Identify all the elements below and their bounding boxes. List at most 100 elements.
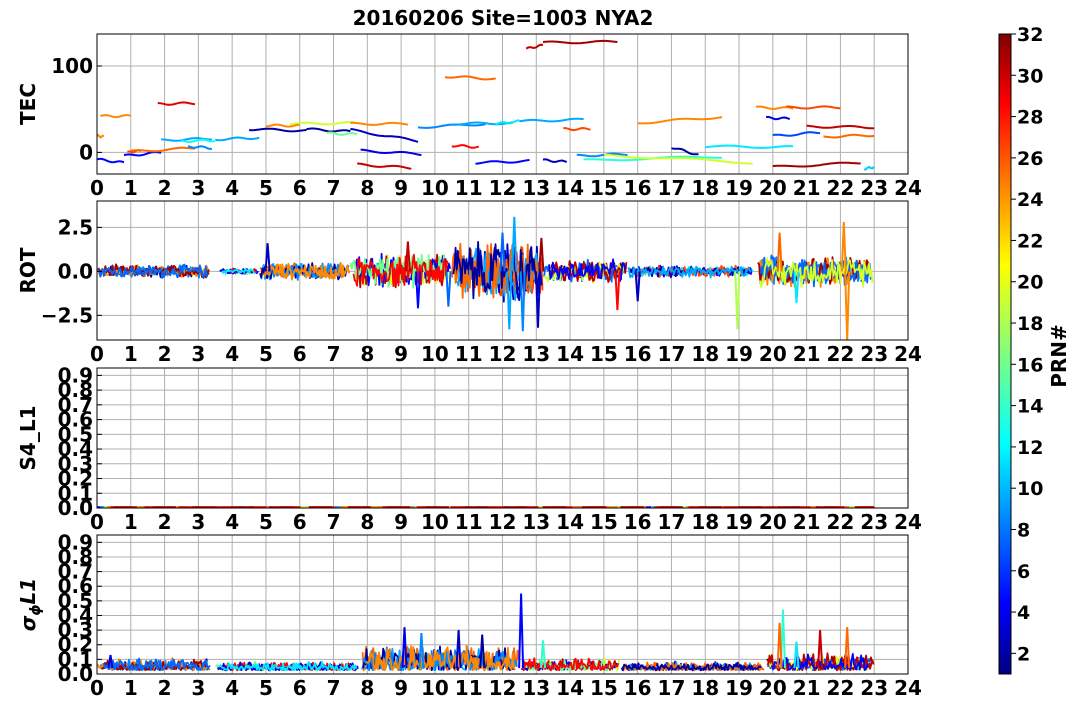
x-tick-label: 12 [489, 176, 517, 200]
tec-series-prn-10 [519, 117, 584, 123]
x-tick-label: 15 [590, 510, 618, 534]
x-tick-label: 17 [658, 176, 686, 200]
tec-series-prn-11 [864, 165, 875, 171]
x-tick-label: 13 [522, 510, 550, 534]
x-tick-label: 11 [455, 342, 483, 366]
x-tick-label: 20 [759, 176, 787, 200]
panel-ROT: 0 1 2 3 4 5 6 7 8 9 10 11 12 13 14 15 16 17 18 19 20 21 22 23 24… [16, 200, 922, 366]
x-tick-label: 1 [124, 342, 138, 366]
x-tick-label: 15 [590, 676, 618, 700]
x-tick-label: 21 [793, 342, 821, 366]
x-tick-label: 13 [522, 676, 550, 700]
colorbar-tick-label: 30 [1017, 65, 1043, 87]
y-axis-label: σϕL1 [16, 578, 44, 631]
x-tick-label: 9 [394, 342, 408, 366]
colorbar-tick-label: 14 [1017, 396, 1043, 418]
x-tick-label: 4 [225, 342, 239, 366]
x-tick-label: 21 [793, 176, 821, 200]
x-tick-label: 11 [455, 510, 483, 534]
tec-series-prn-25 [823, 133, 875, 139]
x-tick-label: 18 [691, 176, 719, 200]
y-tick-label: 0.9 [58, 530, 93, 554]
x-tick-label: 2 [158, 176, 172, 200]
y-tick-labels: 0 100 [51, 54, 102, 164]
x-tick-label: 11 [455, 676, 483, 700]
x-tick-label: 7 [327, 510, 341, 534]
x-tick-label: 6 [293, 676, 307, 700]
x-tick-label: 9 [394, 510, 408, 534]
x-tick-label: 5 [259, 510, 273, 534]
x-tick-label: 6 [293, 342, 307, 366]
y-tick-labels: −2.5 0.0 2.5 [41, 215, 102, 327]
x-tick-label: 22 [826, 342, 854, 366]
x-tick-label: 21 [793, 676, 821, 700]
x-tick-label: 1 [124, 676, 138, 700]
x-tick-label: 19 [725, 342, 753, 366]
panel-S4_L1: 0 1 2 3 4 5 6 7 8 9 10 11 12 13 14 15 16 17 18 19 20 21 22 23 24… [16, 363, 922, 534]
tec-series-prn-29 [157, 101, 196, 106]
x-tick-label: 7 [327, 342, 341, 366]
tec-series-prn-26 [786, 105, 841, 110]
chart-title: 20160206 Site=1003 NYA2 [353, 6, 654, 30]
x-tick-labels: 0 1 2 3 4 5 6 7 8 9 10 11 12 13 14 15 16 17 18 19 20 21 22 23 24 [90, 676, 922, 700]
y-tick-labels: 0.00.10.20.30.40.50.60.70.80.9 [58, 363, 102, 520]
colorbar-tick-label: 28 [1017, 107, 1043, 129]
x-tick-label: 2 [158, 342, 172, 366]
tec-series-prn-25 [130, 146, 196, 153]
tec-series-prn-31 [542, 39, 618, 45]
colorbar-tick-label: 32 [1017, 24, 1043, 46]
x-tick-label: 4 [225, 510, 239, 534]
colorbar-ticks: 2468101214161820222426283032 [1011, 24, 1043, 665]
colorbar-tick-label: 2 [1017, 643, 1030, 665]
y-tick-label: 0 [79, 140, 93, 164]
tec-series-prn-30 [357, 162, 412, 170]
x-tick-labels: 0 1 2 3 4 5 6 7 8 9 10 11 12 13 14 15 16 17 18 19 20 21 22 23 24 [90, 510, 922, 534]
x-tick-label: 4 [225, 676, 239, 700]
x-tick-label: 10 [421, 676, 449, 700]
figure: 20160206 Site=1003 NYA2 0 1 2 3 4 5 6 7 8 9 10 11 12… [16, 6, 1071, 700]
y-tick-label: 0.0 [58, 259, 93, 283]
x-tick-label: 20 [759, 342, 787, 366]
tec-series-prn-2 [306, 127, 351, 133]
x-tick-label: 10 [421, 510, 449, 534]
x-tick-label: 8 [360, 676, 374, 700]
x-tick-label: 14 [556, 342, 584, 366]
colorbar-tick-label: 26 [1017, 148, 1043, 170]
tec-series-prn-24 [350, 121, 409, 126]
x-tick-label: 16 [624, 176, 652, 200]
x-tick-label: 3 [191, 510, 205, 534]
x-tick-label: 18 [691, 510, 719, 534]
tec-series-prn-25 [444, 75, 496, 81]
x-tick-label: 14 [556, 176, 584, 200]
x-tick-label: 9 [394, 176, 408, 200]
colorbar-label: PRN# [1047, 324, 1071, 388]
x-tick-label: 3 [191, 342, 205, 366]
plot-area [97, 39, 875, 171]
x-tick-label: 23 [860, 176, 888, 200]
plot-area [97, 593, 875, 672]
tec-series-prn-30 [525, 43, 544, 50]
colorbar-tick-label: 6 [1017, 561, 1030, 583]
colorbar-tick-label: 22 [1017, 230, 1043, 252]
x-tick-label: 9 [394, 676, 408, 700]
x-tick-label: 13 [522, 342, 550, 366]
x-tick-label: 8 [360, 510, 374, 534]
x-tick-label: 21 [793, 510, 821, 534]
x-tick-label: 17 [658, 342, 686, 366]
colorbar-tick-label: 8 [1017, 519, 1030, 541]
y-tick-label: 0.9 [58, 363, 93, 387]
x-tick-label: 8 [360, 342, 374, 366]
x-tick-label: 23 [860, 342, 888, 366]
x-tick-label: 12 [489, 510, 517, 534]
x-tick-label: 3 [191, 676, 205, 700]
x-tick-label: 0 [90, 176, 104, 200]
x-tick-label: 15 [590, 342, 618, 366]
x-tick-label: 14 [556, 676, 584, 700]
y-axis-label: TEC [16, 83, 40, 125]
x-tick-label: 2 [158, 510, 172, 534]
x-tick-label: 23 [860, 676, 888, 700]
tec-series-prn-5 [97, 157, 125, 164]
x-tick-label: 13 [522, 176, 550, 200]
x-tick-label: 5 [259, 176, 273, 200]
tec-series-prn-24 [637, 116, 723, 125]
